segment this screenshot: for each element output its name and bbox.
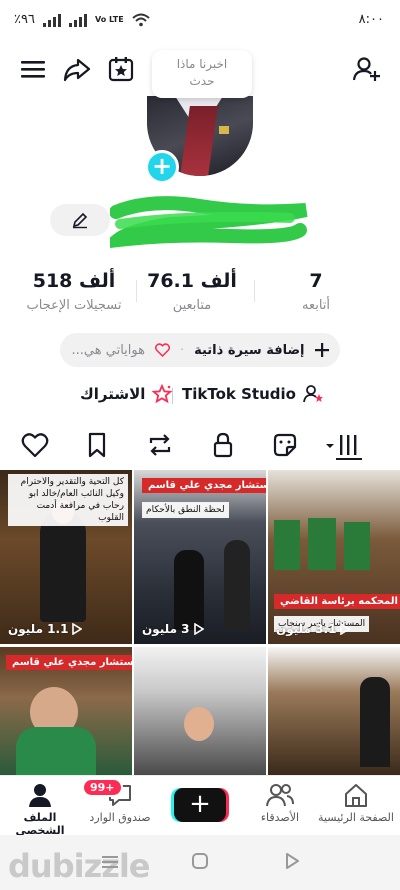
nav-home[interactable]: الصفحة الرئيسية [312, 782, 400, 824]
sticker-icon [273, 433, 297, 457]
repost-icon [149, 434, 171, 456]
video-caption: المستشار مجدي علي قاسم [142, 478, 266, 493]
tab-private[interactable] [208, 430, 238, 460]
stat-following[interactable]: 7 أتابعه [256, 270, 376, 313]
recents-icon[interactable] [100, 853, 120, 871]
play-icon [72, 623, 83, 635]
edit-profile-button[interactable] [50, 204, 110, 236]
play-icon [340, 623, 351, 635]
note-line-2: حدث [189, 74, 215, 88]
tab-videos[interactable] [324, 430, 364, 460]
create-button[interactable]: + [174, 788, 226, 822]
subscribe-label: الاشتراك [80, 385, 146, 403]
status-bar: ٪٩٦ Vo LTE ٨:٠٠ [0, 0, 400, 44]
followers-count: 76.1 ألف [147, 270, 237, 292]
wifi-icon [132, 13, 150, 26]
tab-liked[interactable] [20, 430, 50, 460]
studio-user-icon [303, 385, 323, 403]
video-caption: المحكمه برئاسة القاضي [274, 594, 400, 609]
inbox-badge: 99+ [82, 778, 123, 797]
signal-icon-2 [68, 13, 87, 27]
followers-label: متابعين [172, 298, 212, 313]
grid-videos-icon [326, 435, 362, 460]
video-thumbnail[interactable]: المستشار مجدي علي قاسم لحظة النطق بالأحك… [134, 470, 266, 644]
plus-icon [314, 343, 329, 357]
video-thumbnail[interactable] [268, 647, 400, 775]
status-time: ٨:٠٠ [358, 12, 384, 27]
subscribe-star-icon [151, 384, 173, 404]
video-thumbnail[interactable] [134, 647, 266, 775]
note-line-1: اخبرنا ماذا [176, 57, 228, 71]
bookmark-icon [88, 432, 106, 458]
stat-likes[interactable]: 518 ألف تسجيلات الإعجاب [14, 270, 134, 313]
add-story-button[interactable]: + [145, 150, 179, 184]
tiktok-studio-link[interactable]: TikTok Studio [182, 384, 324, 404]
nav-inbox-label: صندوق الوارد [89, 811, 151, 824]
signal-icon [42, 13, 61, 27]
heart-icon [154, 343, 170, 357]
view-count: 1.1 مليون [8, 622, 83, 636]
battery-level: ٪٩٦ [14, 12, 35, 27]
tab-reposts[interactable] [145, 430, 175, 460]
home-system-icon[interactable] [190, 851, 210, 871]
video-subcaption: لحظة النطق بالأحكام [142, 502, 229, 518]
bottom-navigation: الملف الشخصي صندوق الوارد 99+ + الأصدقاء… [0, 775, 400, 837]
tab-stickers[interactable] [270, 430, 300, 460]
video-caption: كل التحية والتقدير والاحترام وكيل النائب… [8, 474, 128, 526]
share-icon[interactable] [62, 54, 92, 84]
nav-friends[interactable]: الأصدقاء [240, 782, 320, 824]
following-label: أتابعه [301, 298, 331, 313]
video-thumbnail[interactable]: المستشار مجدي علي قاسم [0, 647, 132, 775]
system-navigation-bar: dubizzle [0, 835, 400, 890]
video-caption: المستشار مجدي علي قاسم [6, 655, 132, 670]
pencil-icon [72, 212, 88, 229]
redacted-username [110, 196, 308, 248]
likes-label: تسجيلات الإعجاب [26, 298, 122, 313]
note-bubble[interactable]: اخبرنا ماذا حدث [152, 50, 252, 98]
likes-count: 518 ألف [32, 270, 116, 292]
nav-profile[interactable]: الملف الشخصي [0, 782, 80, 837]
bio-pill[interactable]: إضافة سيرة ذاتية · هواياتي هي... [60, 333, 340, 367]
heart-outline-icon [21, 433, 49, 458]
profile-icon [29, 784, 51, 807]
tab-favorites[interactable] [82, 430, 112, 460]
video-thumbnail[interactable]: كل التحية والتقدير والاحترام وكيل النائب… [0, 470, 132, 644]
add-friend-icon[interactable] [352, 54, 382, 84]
menu-icon[interactable] [18, 54, 48, 84]
subscribe-link[interactable]: الاشتراك [80, 384, 173, 404]
nav-home-label: الصفحة الرئيسية [318, 811, 394, 824]
stat-followers[interactable]: 76.1 ألف متابعين [132, 270, 252, 313]
lock-icon [213, 432, 233, 458]
video-grid: كل التحية والتقدير والاحترام وكيل النائب… [0, 470, 400, 775]
calendar-star-icon[interactable] [106, 54, 136, 84]
links-row: TikTok Studio الاشتراك [0, 380, 400, 410]
view-count: 3.1 مليون [276, 622, 351, 636]
hobbies-label: هواياتي هي... [71, 342, 145, 358]
status-icons: ٪٩٦ Vo LTE [14, 12, 150, 27]
home-icon [345, 784, 367, 807]
volte-badge: Vo LTE [94, 14, 124, 24]
video-thumbnail[interactable]: المحكمه برئاسة القاضي المستشار ياسر سنجا… [268, 470, 400, 644]
following-count: 7 [309, 270, 323, 292]
dubizzle-watermark: dubizzle [8, 847, 150, 885]
view-count: 3 مليون [142, 622, 204, 636]
play-icon [193, 623, 204, 635]
friends-icon [266, 784, 294, 807]
nav-friends-label: الأصدقاء [260, 811, 300, 824]
profile-tabs [0, 426, 400, 466]
back-icon[interactable] [282, 851, 302, 871]
nav-profile-label: الملف الشخصي [15, 811, 65, 837]
add-bio-label: إضافة سيرة ذاتية [194, 342, 305, 358]
tiktok-studio-label: TikTok Studio [182, 385, 296, 403]
profile-stats: 7 أتابعه 76.1 ألف متابعين 518 ألف تسجيلا… [0, 270, 400, 320]
